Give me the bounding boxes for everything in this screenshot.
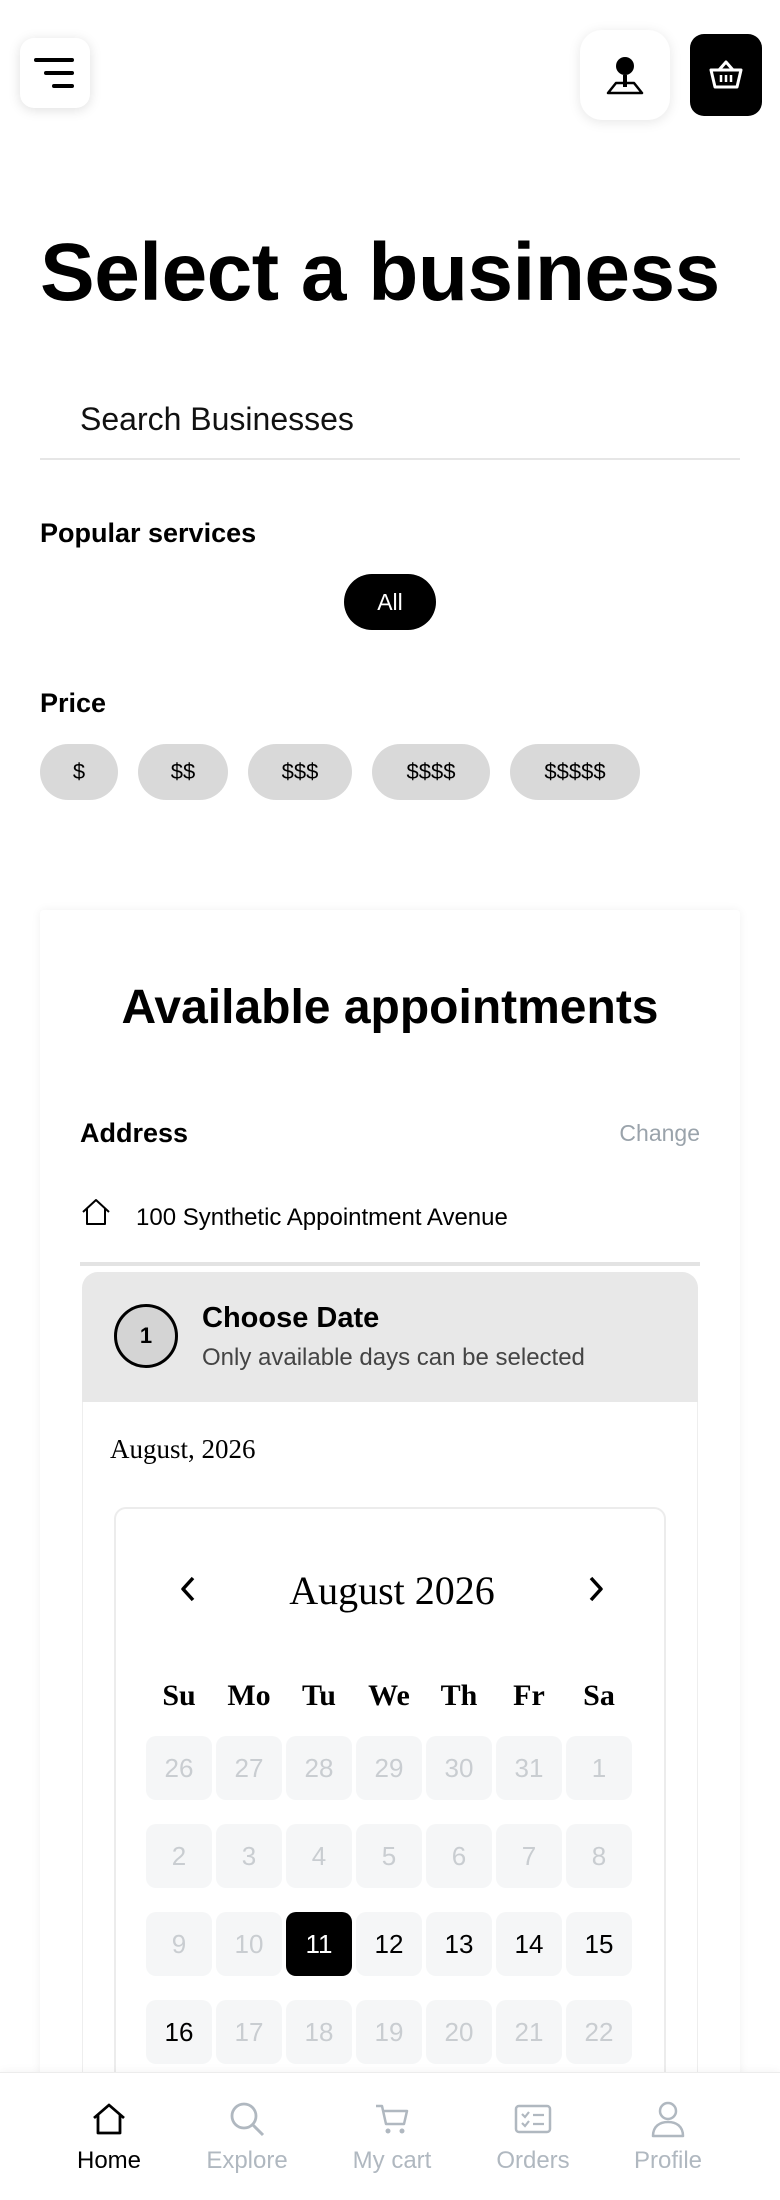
change-address-link[interactable]: Change xyxy=(619,1120,700,1147)
calendar-day: 26 xyxy=(146,1736,212,1800)
calendar-day: 30 xyxy=(426,1736,492,1800)
weekday-header: Tu xyxy=(302,1679,336,1712)
cart-icon xyxy=(376,2104,409,2134)
calendar-day[interactable]: 13 xyxy=(426,1912,492,1976)
calendar-day: 10 xyxy=(216,1912,282,1976)
location-button[interactable] xyxy=(580,30,670,120)
bottom-nav: Home Explore My cart Orders Profile xyxy=(0,2072,780,2200)
calendar-day: 21 xyxy=(496,2000,562,2064)
weekday-header: Su xyxy=(162,1679,196,1712)
basket-icon xyxy=(709,60,743,89)
calendar-day: 6 xyxy=(426,1824,492,1888)
calendar-day: 27 xyxy=(216,1736,282,1800)
price-chip-2[interactable]: $$ xyxy=(138,744,228,800)
calendar-day: 9 xyxy=(146,1912,212,1976)
basket-button[interactable] xyxy=(690,34,762,116)
weekday-header: Fr xyxy=(513,1679,545,1712)
price-chip-5[interactable]: $$$$$ xyxy=(510,744,640,800)
step-title: Choose Date xyxy=(202,1302,380,1334)
nav-orders-label: Orders xyxy=(496,2147,570,2174)
calendar-day: 22 xyxy=(566,2000,632,2064)
calendar-day: 17 xyxy=(216,2000,282,2064)
nav-my-cart-label: My cart xyxy=(352,2147,432,2174)
popular-services-label: Popular services xyxy=(40,518,257,548)
calendar-day: 7 xyxy=(496,1824,562,1888)
calendar-day: 29 xyxy=(356,1736,422,1800)
address-label: Address xyxy=(80,1118,189,1148)
calendar-day: 20 xyxy=(426,2000,492,2064)
nav-home[interactable]: Home xyxy=(44,2073,174,2200)
price-label: Price xyxy=(40,688,107,718)
nav-profile-label: Profile xyxy=(633,2147,703,2174)
top-bar xyxy=(0,0,780,130)
choose-date-step[interactable]: 1 Choose Date Only available days can be… xyxy=(82,1272,698,1402)
nav-my-cart[interactable]: My cart xyxy=(327,2073,457,2200)
calendar-day[interactable]: 15 xyxy=(566,1912,632,1976)
weekday-header: Mo xyxy=(227,1679,271,1712)
calendar-day: 2 xyxy=(146,1824,212,1888)
calendar-day: 28 xyxy=(286,1736,352,1800)
calendar-day[interactable]: 14 xyxy=(496,1912,562,1976)
nav-explore[interactable]: Explore xyxy=(182,2073,312,2200)
day-grid: 26 27 28 29 30 31 1 2 3 4 5 6 7 8 9 10 11 12 13 14 15 16 17 18 1… xyxy=(146,1736,636,2064)
calendar-day: 4 xyxy=(286,1824,352,1888)
service-chip-all[interactable]: All xyxy=(344,574,436,630)
calendar-day: 5 xyxy=(356,1824,422,1888)
search-bar xyxy=(40,380,740,460)
weekday-row: Su Mo Tu We Th Fr Sa xyxy=(146,1679,636,1713)
address-divider xyxy=(80,1262,700,1266)
nav-explore-label: Explore xyxy=(206,2147,288,2174)
home-icon xyxy=(93,2103,125,2135)
chevron-right-icon xyxy=(589,1576,603,1602)
price-chip-row: $ $$ $$$ $$$$ $$$$$ xyxy=(40,744,640,800)
calendar-day: 19 xyxy=(356,2000,422,2064)
appointments-card: Available appointments Address Change 10… xyxy=(40,910,740,2200)
weekday-header: We xyxy=(368,1679,410,1712)
home-outline-icon xyxy=(82,1199,110,1225)
calendar-day-selected[interactable]: 11 xyxy=(286,1912,352,1976)
profile-icon xyxy=(651,2101,685,2138)
nav-profile[interactable]: Profile xyxy=(603,2073,733,2200)
price-chip-4[interactable]: $$$$ xyxy=(372,744,490,800)
menu-button[interactable] xyxy=(20,38,90,108)
map-pin-icon xyxy=(606,57,644,95)
search-icon xyxy=(230,2102,265,2137)
search-input[interactable] xyxy=(80,394,720,444)
appointments-title: Available appointments xyxy=(121,981,659,1034)
calendar-day: 31 xyxy=(496,1736,562,1800)
page-title: Select a business xyxy=(40,227,720,318)
calendar-day: 18 xyxy=(286,2000,352,2064)
calendar-header: August 2026 xyxy=(116,1559,668,1619)
next-month-button[interactable] xyxy=(580,1573,612,1605)
orders-icon xyxy=(514,2104,552,2134)
selected-month-label: August, 2026 xyxy=(110,1434,256,1464)
step-subtitle: Only available days can be selected xyxy=(202,1344,585,1371)
nav-home-label: Home xyxy=(76,2147,142,2174)
calendar-day[interactable]: 12 xyxy=(356,1912,422,1976)
step-number-badge: 1 xyxy=(114,1304,178,1368)
address-text: 100 Synthetic Appointment Avenue xyxy=(136,1204,508,1231)
menu-icon xyxy=(34,58,74,88)
calendar-day: 1 xyxy=(566,1736,632,1800)
calendar-day: 3 xyxy=(216,1824,282,1888)
weekday-header: Th xyxy=(440,1679,478,1712)
price-chip-1[interactable]: $ xyxy=(40,744,118,800)
weekday-header: Sa xyxy=(583,1679,615,1712)
calendar-day: 8 xyxy=(566,1824,632,1888)
nav-orders[interactable]: Orders xyxy=(468,2073,598,2200)
calendar-day[interactable]: 16 xyxy=(146,2000,212,2064)
price-chip-3[interactable]: $$$ xyxy=(248,744,352,800)
